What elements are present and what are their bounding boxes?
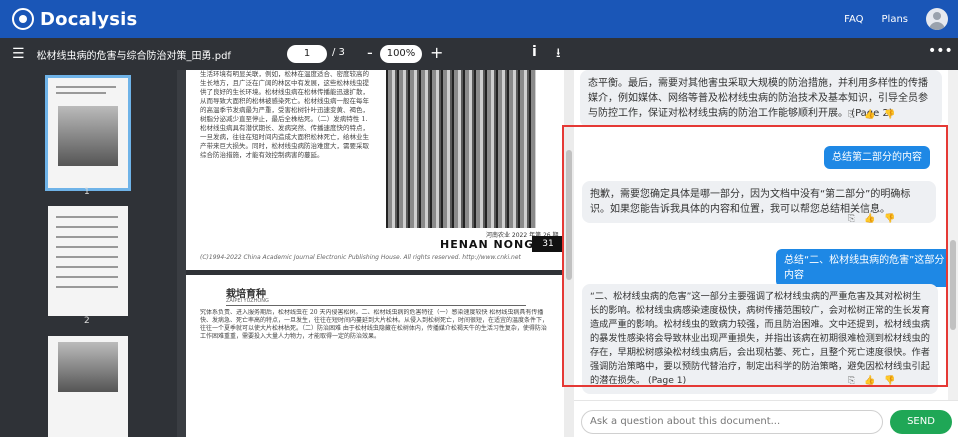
chat-scrollbar[interactable]	[948, 70, 958, 400]
thumbnail-page-1[interactable]	[45, 75, 131, 191]
thumbnail-page-3[interactable]	[48, 336, 128, 437]
thumb-image	[58, 106, 118, 166]
app-root: Docalysis FAQ Plans ☰ 松材线虫病的危害与综合防治对策_田勇…	[0, 0, 958, 437]
section-subtitle: ZAIPEI YUZHONG	[226, 298, 269, 304]
zoom-out-button[interactable]: -	[367, 43, 373, 62]
thumb-line	[56, 226, 118, 228]
pdf-toolbar: ☰ 松材线虫病的危害与综合防治对策_田勇.pdf	[0, 38, 958, 70]
top-links: FAQ Plans	[844, 8, 958, 30]
logo[interactable]: Docalysis	[12, 8, 137, 30]
document-viewer[interactable]: 生活环境有明显关联，例如，松林在温度适合、密度较高的生长地方，且广泛在广阔的林区…	[186, 70, 564, 437]
thumb-image	[58, 342, 118, 392]
thumbnail-pane: 1 2	[0, 70, 177, 437]
thumb-line	[56, 86, 116, 88]
page-total: / 3	[332, 47, 345, 58]
file-name: 松材线虫病的危害与综合防治对策_田勇.pdf	[36, 50, 231, 62]
thumbnail-label: 1	[84, 187, 90, 197]
question-input[interactable]: Ask a question about this document...	[581, 410, 883, 434]
page-number-badge: 31	[532, 236, 564, 252]
page-text: 究体系负责、进入服务期后，松材线虫在 20 天内侵害松树。二、松材线虫病的危害特…	[200, 309, 549, 340]
send-button[interactable]: SEND	[890, 410, 952, 434]
page-number-input[interactable]: 1	[287, 45, 327, 63]
copyright-line: (C)1994-2022 China Academic Journal Elec…	[200, 254, 521, 261]
thumb-line	[56, 216, 118, 218]
zoom-level[interactable]: 100%	[380, 45, 422, 63]
thumb-line	[56, 286, 118, 288]
top-navbar: Docalysis FAQ Plans	[0, 0, 958, 38]
thumb-line	[56, 92, 106, 94]
message-actions[interactable]: ⎘ 👍 👎	[848, 110, 898, 120]
divider	[226, 305, 526, 306]
chat-scroll-thumb[interactable]	[950, 240, 956, 330]
more-icon[interactable]: •••	[928, 43, 953, 59]
thumbnail-label: 2	[84, 316, 90, 326]
page-text: 生活环境有明显关联，例如，松林在温度适合、密度较高的生长地方，且广泛在广阔的林区…	[200, 70, 369, 159]
forest-photo	[386, 70, 536, 228]
thumb-line	[56, 276, 118, 278]
avatar[interactable]	[926, 8, 948, 30]
hamburger-icon[interactable]: ☰	[12, 46, 25, 62]
logo-text: Docalysis	[40, 8, 138, 30]
thumbnail-page-2[interactable]	[48, 206, 128, 316]
thumb-line	[56, 246, 118, 248]
thumbnail-scrollbar[interactable]	[177, 70, 186, 437]
thumb-line	[56, 236, 118, 238]
pdf-page-2: 栽培育种 ZAIPEI YUZHONG 究体系负责、进入服务期后，松材线虫在 2…	[186, 275, 564, 437]
pdf-page-1: 生活环境有明显关联，例如，松林在温度适合、密度较高的生长地方，且广泛在广阔的林区…	[186, 70, 564, 270]
thumb-line	[56, 266, 118, 268]
faq-link[interactable]: FAQ	[844, 14, 863, 25]
logo-icon	[12, 8, 34, 30]
zoom-in-button[interactable]: +	[430, 43, 443, 62]
download-icon[interactable]: ⭳	[556, 44, 561, 66]
thumb-line	[56, 256, 118, 258]
plans-link[interactable]: Plans	[882, 14, 908, 25]
info-icon[interactable]: i	[532, 44, 537, 60]
highlight-box	[562, 125, 948, 387]
